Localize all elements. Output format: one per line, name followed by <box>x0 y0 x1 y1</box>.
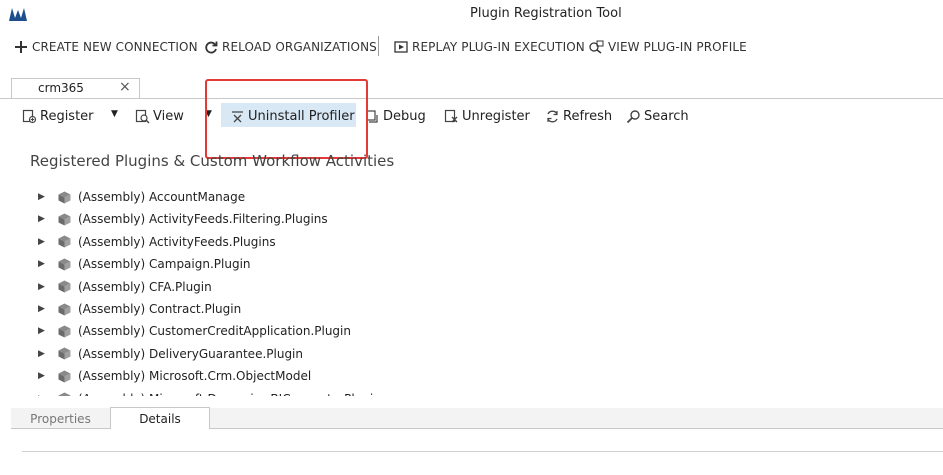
tree-item-label: (Assembly) DeliveryGuarantee.Plugin <box>78 346 303 361</box>
highlight-annotation <box>205 79 368 159</box>
command-separator <box>378 36 379 56</box>
expand-arrow-icon[interactable]: ▶ <box>38 349 48 359</box>
unregister-label: Unregister <box>462 108 530 124</box>
assembly-icon <box>58 325 71 338</box>
play-icon <box>394 40 408 54</box>
register-dropdown-icon[interactable]: ▼ <box>111 109 118 119</box>
reload-organizations-label: RELOAD ORGANIZATIONS <box>222 40 377 54</box>
reload-icon <box>204 40 218 54</box>
refresh-icon <box>545 109 560 124</box>
expand-arrow-icon[interactable]: ▶ <box>38 282 48 292</box>
search-button[interactable]: Search <box>626 106 689 126</box>
assembly-icon <box>58 347 71 360</box>
tree-item[interactable]: ▶ (Assembly) Contract.Plugin <box>38 299 241 319</box>
tree-item[interactable]: ▶ (Assembly) CustomerCreditApplication.Pl… <box>38 321 351 341</box>
tab-close-icon[interactable]: × <box>119 80 131 94</box>
tree-item-label: (Assembly) Microsoft.Dynamics.BIConnecto… <box>78 392 381 396</box>
register-label: Register <box>40 108 94 124</box>
expand-arrow-icon[interactable]: ▶ <box>38 304 48 314</box>
register-icon <box>22 109 37 124</box>
refresh-button[interactable]: Refresh <box>545 106 612 126</box>
expand-arrow-icon[interactable]: ▶ <box>38 371 48 381</box>
section-title: Registered Plugins & Custom Workflow Act… <box>30 152 395 170</box>
tree-item[interactable]: ▶ (Assembly) CFA.Plugin <box>38 277 212 297</box>
tree-item-label: (Assembly) CFA.Plugin <box>78 279 212 294</box>
expand-arrow-icon[interactable]: ▶ <box>38 214 48 224</box>
tab-details[interactable]: Details <box>110 407 210 429</box>
unregister-button[interactable]: Unregister <box>444 106 530 126</box>
assembly-icon <box>58 258 71 271</box>
expand-arrow-icon[interactable]: ▶ <box>38 394 48 396</box>
search-label: Search <box>644 108 689 124</box>
debug-label: Debug <box>383 108 426 124</box>
plugin-tree[interactable]: ▶ (Assembly) AccountManage ▶ (Assembly) Act… <box>0 186 943 396</box>
tree-item[interactable]: ▶ (Assembly) ActivityFeeds.Filtering.Plug… <box>38 209 328 229</box>
tree-item-label: (Assembly) Microsoft.Crm.ObjectModel <box>78 369 312 384</box>
assembly-icon <box>58 303 71 315</box>
tree-item-label: (Assembly) AccountManage <box>78 190 246 204</box>
view-plugin-profile-button[interactable]: VIEW PLUG-IN PROFILE <box>588 38 747 56</box>
tree-item-label: (Assembly) ActivityFeeds.Filtering.Plugi… <box>78 212 328 227</box>
tab-properties[interactable]: Properties <box>11 408 110 429</box>
view-plugin-profile-label: VIEW PLUG-IN PROFILE <box>608 40 747 54</box>
replay-execution-button[interactable]: REPLAY PLUG-IN EXECUTION <box>394 38 585 56</box>
replay-execution-label: REPLAY PLUG-IN EXECUTION <box>412 40 585 54</box>
view-button[interactable]: View <box>135 106 184 126</box>
expand-arrow-icon[interactable]: ▶ <box>38 259 48 269</box>
details-divider <box>22 451 943 452</box>
expand-arrow-icon[interactable]: ▶ <box>38 237 48 247</box>
tree-item[interactable]: ▶ (Assembly) ActivityFeeds.Plugins <box>38 232 276 252</box>
assembly-icon <box>58 392 71 396</box>
tab-crm365-label: crm365 <box>38 81 84 95</box>
plus-icon <box>14 40 28 54</box>
tree-item[interactable]: ▶ (Assembly) Microsoft.Crm.ObjectModel <box>38 366 311 386</box>
expand-arrow-icon[interactable]: ▶ <box>38 192 48 202</box>
assembly-icon <box>58 191 71 203</box>
create-connection-button[interactable]: CREATE NEW CONNECTION <box>14 38 198 56</box>
create-connection-label: CREATE NEW CONNECTION <box>32 40 198 54</box>
view-icon <box>135 109 150 124</box>
register-button[interactable]: Register <box>22 106 94 126</box>
profile-icon <box>588 40 604 54</box>
window-title: Plugin Registration Tool <box>470 6 622 21</box>
search-icon <box>626 109 641 124</box>
assembly-icon <box>58 235 71 248</box>
debug-button[interactable]: Debug <box>365 106 426 126</box>
tree-item-label: (Assembly) CustomerCreditApplication.Plu… <box>78 324 351 339</box>
unregister-icon <box>444 109 459 124</box>
assembly-icon <box>58 213 71 226</box>
tab-strip-border <box>0 98 943 99</box>
assembly-icon <box>58 370 71 383</box>
tree-item-label: (Assembly) Contract.Plugin <box>78 302 242 316</box>
tree-item[interactable]: ▶ (Assembly) Microsoft.Dynamics.BIConnect… <box>38 389 381 396</box>
tree-item[interactable]: ▶ (Assembly) Campaign.Plugin <box>38 254 251 274</box>
refresh-label: Refresh <box>563 108 613 124</box>
tree-item-label: (Assembly) ActivityFeeds.Plugins <box>78 234 276 249</box>
reload-organizations-button[interactable]: RELOAD ORGANIZATIONS <box>204 38 377 56</box>
expand-arrow-icon[interactable]: ▶ <box>38 326 48 336</box>
tree-item[interactable]: ▶ (Assembly) AccountManage <box>38 187 245 207</box>
tree-item-label: (Assembly) Campaign.Plugin <box>78 257 251 272</box>
view-label: View <box>153 108 184 124</box>
tree-item[interactable]: ▶ (Assembly) DeliveryGuarantee.Plugin <box>38 344 303 364</box>
assembly-icon <box>58 280 71 293</box>
